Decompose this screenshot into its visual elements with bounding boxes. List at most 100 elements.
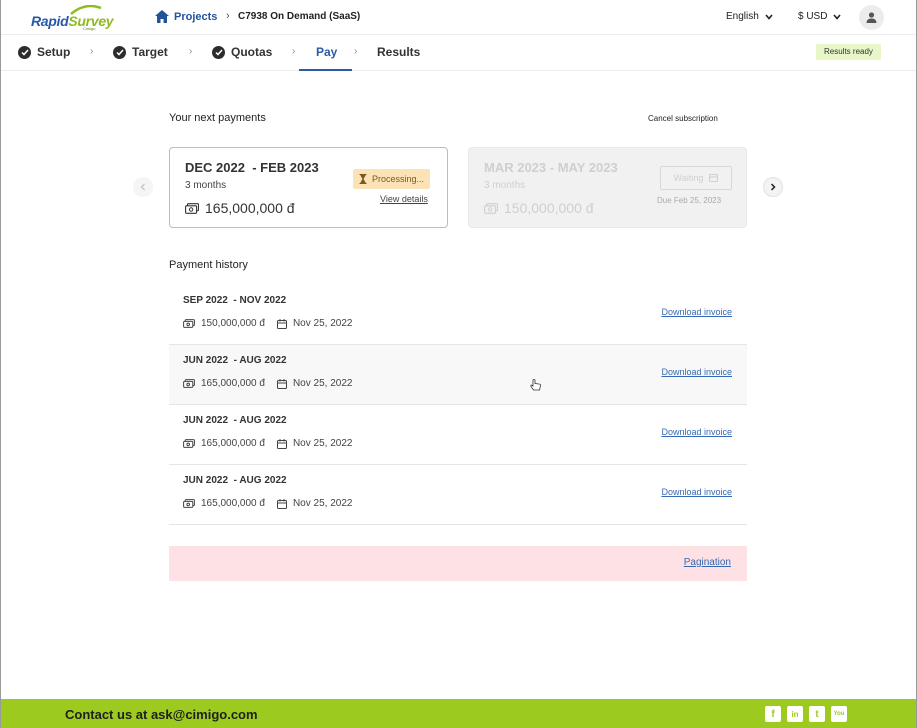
history-date: Nov 25, 2022: [292, 378, 353, 389]
payment-amount-value: 165,000,000 đ: [205, 200, 295, 216]
payment-amount: 150,000,000 đ: [484, 200, 594, 216]
breadcrumb-separator: ›: [226, 10, 230, 22]
payment-history-row: JUN 2022 - AUG 2022 165,000,000 đ Nov 25…: [169, 465, 747, 525]
history-amount: 150,000,000 đ: [201, 318, 265, 329]
wizard-steps: Setup › Target › Quotas › Pay › Results …: [0, 35, 917, 71]
carousel-prev-button[interactable]: [133, 177, 153, 197]
breadcrumb-projects-label: Projects: [174, 10, 218, 23]
step-separator: ›: [354, 46, 358, 57]
step-target-label: Target: [132, 45, 168, 59]
card-icon: [709, 174, 719, 182]
money-icon: [183, 319, 195, 328]
payment-card-upcoming: MAR 2023 - MAY 2023 3 months 150,000,000…: [468, 147, 747, 228]
step-pay[interactable]: Pay: [316, 45, 337, 59]
check-circle-icon: [212, 45, 225, 59]
step-separator: ›: [189, 46, 193, 57]
hourglass-icon: [359, 174, 367, 184]
payment-period: MAR 2023 - MAY 2023: [484, 160, 618, 175]
calendar-icon: [276, 438, 287, 449]
step-separator: ›: [292, 46, 296, 57]
payment-duration: 3 months: [185, 180, 227, 191]
calendar-icon: [276, 318, 287, 329]
history-amount: 165,000,000 đ: [201, 378, 265, 389]
download-invoice-link[interactable]: Download invoice: [661, 367, 732, 377]
hand-cursor-icon: [530, 379, 541, 391]
waiting-status-button: Waiting: [660, 166, 732, 190]
history-period: SEP 2022 - NOV 2022: [183, 295, 287, 306]
payment-duration: 3 months: [484, 180, 526, 191]
history-amount: 165,000,000 đ: [201, 498, 265, 509]
payment-history-title: Payment history: [169, 259, 248, 271]
download-invoice-link[interactable]: Download invoice: [661, 307, 732, 317]
step-target[interactable]: Target: [113, 45, 168, 59]
carousel-next-button[interactable]: [763, 177, 783, 197]
calendar-icon: [276, 498, 287, 509]
top-navbar: RapidSurvey Cimigo Projects › C7938 On D…: [0, 0, 917, 35]
step-results-label: Results: [377, 45, 421, 59]
chevron-down-icon: [833, 13, 842, 20]
language-value: English: [726, 11, 759, 22]
step-quotas[interactable]: Quotas: [212, 45, 272, 59]
pagination-bar: Pagination: [169, 546, 747, 581]
contact-email[interactable]: Contact us at ask@cimigo.com: [65, 707, 258, 722]
waiting-status-label: Waiting: [673, 173, 704, 183]
view-details-link[interactable]: View details: [380, 194, 428, 204]
history-period: JUN 2022 - AUG 2022: [183, 475, 287, 486]
currency-dropdown[interactable]: $ USD: [798, 11, 842, 22]
payment-history-row: SEP 2022 - NOV 2022 150,000,000 đ Nov 25…: [169, 285, 747, 345]
money-icon: [183, 499, 195, 508]
processing-status-label: Processing...: [372, 174, 425, 184]
chevron-down-icon: [765, 13, 773, 20]
chevron-left-icon: [140, 183, 145, 191]
next-payments-title: Your next payments: [169, 112, 266, 124]
history-date: Nov 25, 2022: [292, 318, 353, 329]
download-invoice-link[interactable]: Download invoice: [661, 487, 732, 497]
step-setup[interactable]: Setup: [18, 45, 70, 59]
youtube-icon[interactable]: You: [831, 706, 847, 722]
check-circle-icon: [18, 45, 31, 59]
history-meta: 165,000,000 đ Nov 25, 2022: [183, 498, 352, 509]
home-icon: [155, 10, 169, 23]
money-icon: [484, 202, 498, 214]
language-dropdown[interactable]: English: [726, 11, 773, 22]
logo-subtext: Cimigo: [83, 26, 96, 31]
calendar-icon: [276, 378, 287, 389]
rapidsurvey-logo[interactable]: RapidSurvey Cimigo: [31, 4, 114, 32]
user-avatar-button[interactable]: [859, 5, 884, 30]
money-icon: [183, 439, 195, 448]
history-meta: 165,000,000 đ Nov 25, 2022: [183, 438, 352, 449]
payment-period: DEC 2022 - FEB 2023: [185, 160, 319, 175]
linkedin-icon[interactable]: in: [787, 706, 803, 722]
payment-history-row: JUN 2022 - AUG 2022 165,000,000 đ Nov 25…: [169, 345, 747, 405]
history-period: JUN 2022 - AUG 2022: [183, 415, 287, 426]
footer: Contact us at ask@cimigo.com f in t You: [0, 699, 917, 728]
step-setup-label: Setup: [37, 45, 71, 59]
twitter-icon[interactable]: t: [809, 706, 825, 722]
step-pay-label: Pay: [316, 45, 338, 59]
check-circle-icon: [113, 45, 126, 59]
due-date: Due Feb 25, 2023: [657, 196, 722, 205]
payment-amount-value: 150,000,000 đ: [504, 200, 594, 216]
step-results[interactable]: Results: [377, 45, 420, 59]
money-icon: [185, 202, 199, 214]
pagination-link[interactable]: Pagination: [684, 557, 731, 568]
logo-wordmark: RapidSurvey: [31, 13, 114, 29]
payment-history-row: JUN 2022 - AUG 2022 165,000,000 đ Nov 25…: [169, 405, 747, 465]
chevron-right-icon: [770, 183, 776, 191]
step-quotas-label: Quotas: [231, 45, 273, 59]
cancel-subscription-button[interactable]: Cancel subscription: [648, 114, 718, 123]
processing-status-badge: Processing...: [353, 169, 431, 189]
breadcrumb-projects[interactable]: Projects: [155, 10, 217, 23]
currency-value: $ USD: [798, 11, 828, 22]
results-ready-badge: Results ready: [816, 44, 881, 60]
payment-amount: 165,000,000 đ: [185, 200, 295, 216]
download-invoice-link[interactable]: Download invoice: [661, 427, 732, 437]
breadcrumb-project-name: C7938 On Demand (SaaS): [238, 11, 361, 22]
history-date: Nov 25, 2022: [292, 438, 353, 449]
payment-card-current: DEC 2022 - FEB 2023 3 months 165,000,000…: [169, 147, 448, 228]
history-amount: 165,000,000 đ: [201, 438, 265, 449]
history-meta: 165,000,000 đ Nov 25, 2022: [183, 378, 352, 389]
money-icon: [183, 379, 195, 388]
active-step-indicator: [299, 69, 352, 71]
facebook-icon[interactable]: f: [765, 706, 781, 722]
